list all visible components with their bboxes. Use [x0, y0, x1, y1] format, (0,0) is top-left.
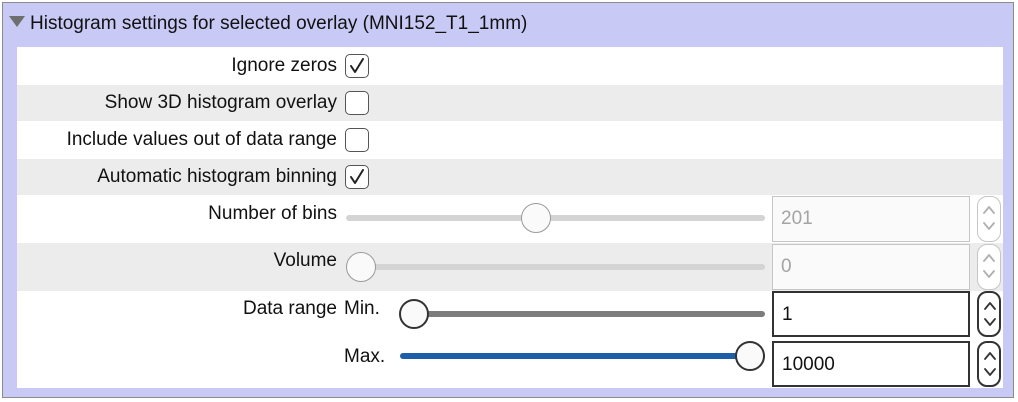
data-range-min-spinner[interactable]: [977, 291, 1001, 337]
number-of-bins-slider[interactable]: [346, 215, 765, 221]
volume-input[interactable]: 0: [772, 244, 970, 290]
volume-slider[interactable]: [346, 264, 765, 270]
show-3d-histogram-label: Show 3D histogram overlay: [104, 92, 337, 113]
row-include-out-of-range: Include values out of data range: [17, 121, 1003, 159]
auto-binning-label: Automatic histogram binning: [97, 166, 337, 187]
include-out-of-range-label: Include values out of data range: [66, 129, 337, 150]
data-range-min-slider[interactable]: [400, 311, 765, 317]
auto-binning-checkbox[interactable]: [345, 165, 369, 189]
settings-list: Ignore zeros Show 3D histogram overlay I…: [17, 47, 1003, 388]
show-3d-histogram-checkbox[interactable]: [345, 91, 369, 115]
data-range-max-spinner[interactable]: [977, 341, 1001, 387]
row-volume: Volume 0: [17, 243, 1003, 291]
up-down-arrows-icon: [984, 302, 996, 326]
data-range-max-input[interactable]: 10000: [772, 341, 970, 387]
checkmark-icon: [350, 169, 364, 184]
up-down-arrows-icon: [983, 206, 995, 230]
number-of-bins-spinner[interactable]: [977, 196, 1001, 242]
ignore-zeros-checkbox[interactable]: [345, 54, 369, 78]
ignore-zeros-label: Ignore zeros: [231, 55, 337, 76]
number-of-bins-slider-thumb[interactable]: [521, 203, 552, 233]
volume-spinner[interactable]: [977, 244, 1001, 290]
volume-label: Volume: [273, 250, 337, 271]
collapse-triangle-icon[interactable]: [9, 16, 25, 27]
data-range-min-slider-thumb[interactable]: [399, 299, 429, 329]
row-number-of-bins: Number of bins 201: [17, 195, 1003, 243]
data-range-max-slider-thumb[interactable]: [735, 341, 765, 371]
data-range-max-slider[interactable]: [400, 353, 765, 359]
row-auto-binning: Automatic histogram binning: [17, 159, 1003, 195]
up-down-arrows-icon: [984, 352, 996, 376]
row-show-3d-histogram: Show 3D histogram overlay: [17, 85, 1003, 121]
row-ignore-zeros: Ignore zeros: [17, 47, 1003, 85]
row-data-range: Data range Min. 1 Max. 10000: [17, 291, 1003, 388]
data-range-min-input[interactable]: 1: [772, 291, 970, 337]
histogram-settings-panel: Histogram settings for selected overlay …: [2, 2, 1014, 398]
panel-header[interactable]: Histogram settings for selected overlay …: [3, 3, 1013, 47]
data-range-max-label: Max.: [344, 346, 386, 367]
number-of-bins-input[interactable]: 201: [772, 196, 970, 242]
checkmark-icon: [350, 58, 364, 73]
panel-title: Histogram settings for selected overlay …: [30, 13, 528, 34]
include-out-of-range-checkbox[interactable]: [345, 128, 369, 152]
volume-slider-thumb[interactable]: [346, 252, 376, 282]
data-range-label: Data range: [242, 298, 337, 319]
number-of-bins-label: Number of bins: [208, 203, 337, 224]
data-range-min-label: Min.: [344, 298, 380, 319]
up-down-arrows-icon: [983, 254, 995, 278]
